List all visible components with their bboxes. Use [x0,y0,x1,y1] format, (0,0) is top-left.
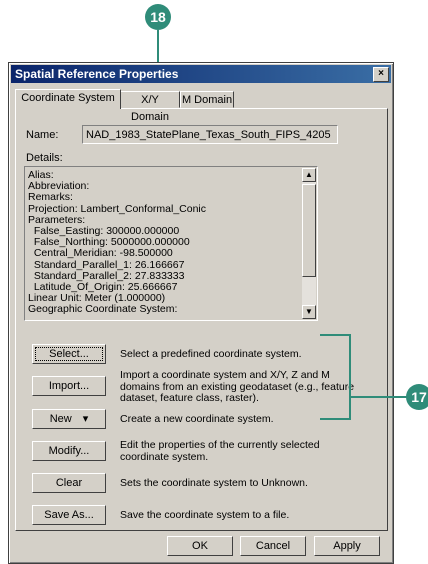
callout-17: 17 [406,384,428,410]
dialog-title: Spatial Reference Properties [15,67,179,81]
callout-17-bracket [320,334,351,420]
clear-description: Sets the coordinate system to Unknown. [120,477,308,489]
spatial-reference-dialog: Spatial Reference Properties × Coordinat… [8,62,394,564]
details-line: Central_Meridian: -98.500000 [28,247,173,260]
callout-18: 18 [145,4,171,30]
save-as-button-label: Save As... [44,509,94,521]
close-button[interactable]: × [373,67,389,82]
coordinate-system-panel: Name: NAD_1983_StatePlane_Texas_South_FI… [15,108,388,531]
new-button[interactable]: New ▾ [32,409,106,429]
scroll-up-icon[interactable]: ▲ [302,168,316,182]
details-line: Geographic Coordinate System: [28,303,178,316]
scroll-thumb[interactable] [302,184,316,277]
details-line: Remarks: [28,191,73,204]
modify-button[interactable]: Modify... [32,441,106,461]
modify-button-label: Modify... [48,445,90,457]
name-label: Name: [26,129,59,141]
name-field: NAD_1983_StatePlane_Texas_South_FIPS_420… [82,125,338,144]
save-as-button[interactable]: Save As... [32,505,106,525]
new-button-label: New [49,413,72,425]
clear-button[interactable]: Clear [32,473,106,493]
save-as-description: Save the coordinate system to a file. [120,509,290,521]
clear-button-label: Clear [55,477,83,489]
tab-m-domain[interactable]: M Domain [180,91,234,108]
scroll-down-icon[interactable]: ▼ [302,305,316,319]
cancel-button[interactable]: Cancel [240,536,306,556]
details-textbox[interactable]: Alias: Abbreviation: Remarks: Projection… [24,166,318,321]
callout-17-leader [351,396,407,398]
select-button-label: Select... [49,348,89,360]
dropdown-arrow-icon: ▾ [82,413,89,425]
apply-button[interactable]: Apply [314,536,380,556]
select-button[interactable]: Select... [32,344,106,364]
title-bar: Spatial Reference Properties × [11,65,391,83]
details-scrollbar[interactable]: ▲ ▼ [302,168,316,319]
tab-coordinate-system[interactable]: Coordinate System [15,89,121,109]
details-text: Alias: Abbreviation: Remarks: Projection… [28,169,301,316]
details-label: Details: [26,152,63,164]
import-button-label: Import... [48,380,90,392]
tab-xy-domain[interactable]: X/Y Domain [120,91,180,123]
import-button[interactable]: Import... [32,376,106,396]
ok-button[interactable]: OK [167,536,233,556]
modify-description: Edit the properties of the currently sel… [120,439,320,463]
